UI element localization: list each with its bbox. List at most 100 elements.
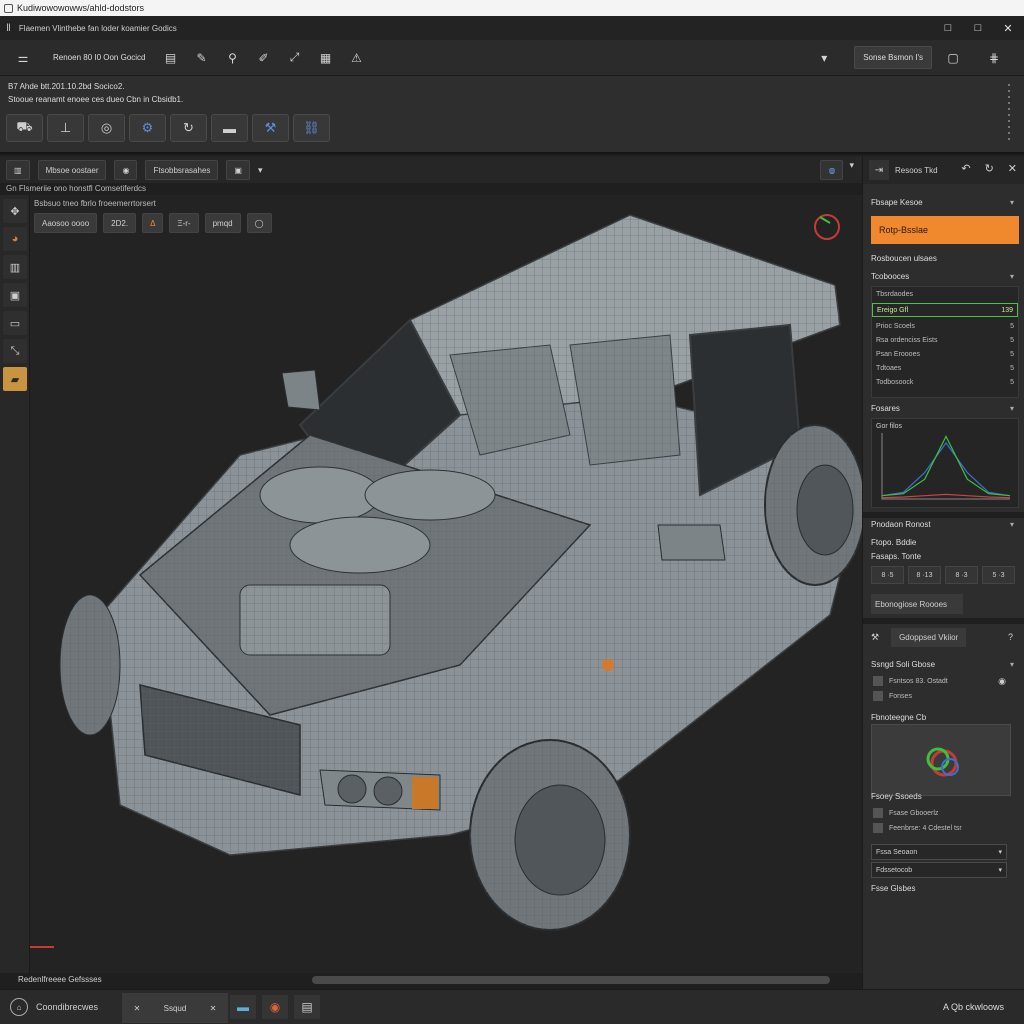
- chevron-down-icon[interactable]: ▾: [258, 165, 263, 176]
- bottom-tab[interactable]: ✕ Ssqud ✕: [122, 993, 228, 1023]
- chevron-down-icon[interactable]: ▾: [849, 160, 854, 180]
- frame-icon[interactable]: ▣: [3, 283, 27, 307]
- grid-icon[interactable]: ▦: [315, 47, 337, 69]
- monitor-icon[interactable]: ▬: [230, 995, 256, 1019]
- tools-icon[interactable]: ⚒: [871, 632, 879, 643]
- chevron-down-icon[interactable]: ▾: [1010, 198, 1014, 207]
- list-item[interactable]: Todbosoock 5: [872, 375, 1018, 389]
- section-title: Fbsape Kesoe: [871, 198, 923, 207]
- chart-section-title: Fosares: [871, 404, 900, 413]
- minimize-icon[interactable]: □: [942, 22, 954, 34]
- list-item[interactable]: Prioc Scoels 5: [872, 319, 1018, 333]
- viewer-button[interactable]: Gdoppsed Vkiior: [891, 627, 967, 647]
- chevron-down-icon[interactable]: ▾: [1010, 660, 1014, 669]
- panel-icon[interactable]: ▤: [160, 47, 182, 69]
- setting-row[interactable]: Fsase Gbooerlz: [873, 808, 938, 818]
- help-icon[interactable]: ?: [1008, 632, 1013, 642]
- truck-icon[interactable]: ▬: [211, 114, 248, 142]
- close-icon[interactable]: ✕: [134, 1004, 141, 1013]
- value-button[interactable]: 5 ·3: [982, 566, 1015, 584]
- list-title: Tcobooces: [871, 272, 910, 281]
- bottom-bar: ⌂ Coondibrecwes ✕ Ssqud ✕ ▬ ◉ ▤ A Qb ckw…: [0, 989, 1024, 1024]
- measure-icon[interactable]: ⤡: [3, 339, 27, 363]
- select-dropdown[interactable]: Fssa Seoaon ▾: [871, 844, 1007, 860]
- value-button[interactable]: 8 ·5: [871, 566, 904, 584]
- viewport-tool-2d[interactable]: 2D2.: [103, 213, 137, 233]
- record-icon[interactable]: ◉: [262, 995, 288, 1019]
- circle-icon[interactable]: ◯: [246, 213, 272, 233]
- viewport-tool-mesh[interactable]: pmqd: [204, 213, 241, 233]
- warning-icon[interactable]: ⚠: [346, 47, 368, 69]
- layout-icon[interactable]: ▥: [6, 160, 30, 180]
- camera-icon[interactable]: ◉: [114, 160, 138, 180]
- setting-row[interactable]: Fsntsos 83. Ostadt: [873, 676, 948, 686]
- setting-row[interactable]: Fonses: [873, 691, 912, 701]
- move-icon[interactable]: ✥: [3, 199, 27, 223]
- list-item-selected[interactable]: Ereigo Gfl 139: [872, 303, 1018, 317]
- bottom-left-label: Coondibrecwes: [36, 1002, 99, 1012]
- wand-icon[interactable]: ⤢: [284, 47, 306, 69]
- panel-header-label: Resoos Tkd: [895, 165, 938, 175]
- maximize-icon[interactable]: □: [972, 22, 984, 34]
- columns-icon[interactable]: ▥: [3, 255, 27, 279]
- viewport-tool-select[interactable]: Aaosoo oooo: [34, 213, 98, 233]
- hash-icon[interactable]: ⋕: [983, 47, 1005, 69]
- wrench-icon[interactable]: ⚒: [252, 114, 289, 142]
- gizmo-preview: [926, 747, 959, 777]
- value-button[interactable]: 8 ·3: [945, 566, 978, 584]
- list-item[interactable]: Tbsrdaodes: [872, 287, 1018, 301]
- field-label: Ftopo. Bddie: [871, 538, 917, 547]
- chevron-down-icon[interactable]: ▾: [1010, 520, 1014, 529]
- horizontal-scrollbar[interactable]: Redenlfreeee Gefssses: [0, 973, 862, 989]
- close-icon[interactable]: ✕: [1008, 162, 1017, 175]
- close-icon[interactable]: ✕: [210, 1004, 217, 1013]
- list-item[interactable]: Psan Eroooes 5: [872, 347, 1018, 361]
- car-icon[interactable]: ⛟: [6, 114, 43, 142]
- list-item[interactable]: Tdtoaes 5: [872, 361, 1018, 375]
- chevron-down-icon[interactable]: ▾: [1010, 272, 1014, 281]
- link-icon[interactable]: ⛓: [293, 114, 330, 142]
- gear-icon[interactable]: ⚙: [129, 114, 166, 142]
- setting-row[interactable]: Feenbrse: 4 Cdestel tsr: [873, 823, 962, 833]
- wheel-icon[interactable]: ◎: [88, 114, 125, 142]
- view-icon[interactable]: ▣: [226, 160, 250, 180]
- home-icon[interactable]: ⌂: [10, 998, 28, 1016]
- document-icon[interactable]: ▤: [294, 995, 320, 1019]
- secondary-button[interactable]: Ebonogiose Roooes: [871, 594, 963, 614]
- 3d-viewport[interactable]: Bsbsuo tneo fbrlo froeemerrtorsert Aaoso…: [30, 195, 862, 973]
- color-wheel-icon[interactable]: ◕: [3, 227, 27, 251]
- pen-icon[interactable]: ✐: [253, 47, 275, 69]
- scroll-thumb[interactable]: [312, 976, 830, 984]
- list-item[interactable]: Rsa ordenciss Eists 5: [872, 333, 1018, 347]
- value-button[interactable]: 8 ·13: [908, 566, 941, 584]
- lock-icon[interactable]: ⚲: [222, 47, 244, 69]
- square-icon[interactable]: ▢: [942, 47, 964, 69]
- viewport-status: Gn Flsmeriie ono honstfl Comsetiferdcs: [0, 183, 862, 195]
- panel-toggle-icon[interactable]: ⇥: [869, 160, 889, 180]
- sense-button[interactable]: Sonse Bsmon I's: [854, 46, 932, 69]
- lift-icon[interactable]: ⊥: [47, 114, 84, 142]
- select-dropdown[interactable]: Fdssetocob ▾: [871, 862, 1007, 878]
- eye-icon[interactable]: ◍: [820, 160, 844, 180]
- chat-icon[interactable]: ▭: [3, 311, 27, 335]
- close-icon[interactable]: ✕: [1002, 22, 1014, 35]
- chevron-down-icon[interactable]: ▾: [1010, 404, 1014, 413]
- folder-icon[interactable]: ▰: [3, 367, 27, 391]
- chart-plot: [881, 433, 1011, 500]
- tag-icon[interactable]: ✎: [191, 47, 213, 69]
- presets-button[interactable]: Ftsobbsrasahes: [145, 160, 219, 180]
- mode-button[interactable]: Mbsoe oostaer: [37, 160, 107, 180]
- refresh-icon[interactable]: ↻: [985, 162, 994, 175]
- panel-grip[interactable]: [1008, 84, 1010, 144]
- eye-icon[interactable]: ◉: [998, 676, 1006, 687]
- viewport-tool-grid[interactable]: Ξ-r-: [169, 213, 199, 233]
- undo-icon[interactable]: ↶: [961, 162, 970, 175]
- window-title: Kudiwowowowws/ahld-dodstors: [17, 3, 145, 13]
- primary-action-button[interactable]: Rotp-Bsslae: [871, 216, 1019, 244]
- rotate-icon[interactable]: ↻: [170, 114, 207, 142]
- dropdown-icon[interactable]: ▾: [813, 47, 835, 69]
- triangle-icon[interactable]: Δ: [142, 213, 164, 233]
- section-row: ⚒ Gdoppsed Vkiior ?: [863, 624, 1024, 650]
- sliders-icon[interactable]: ⚌: [12, 47, 34, 69]
- viewport-caption: Bsbsuo tneo fbrlo froeemerrtorsert: [34, 199, 156, 208]
